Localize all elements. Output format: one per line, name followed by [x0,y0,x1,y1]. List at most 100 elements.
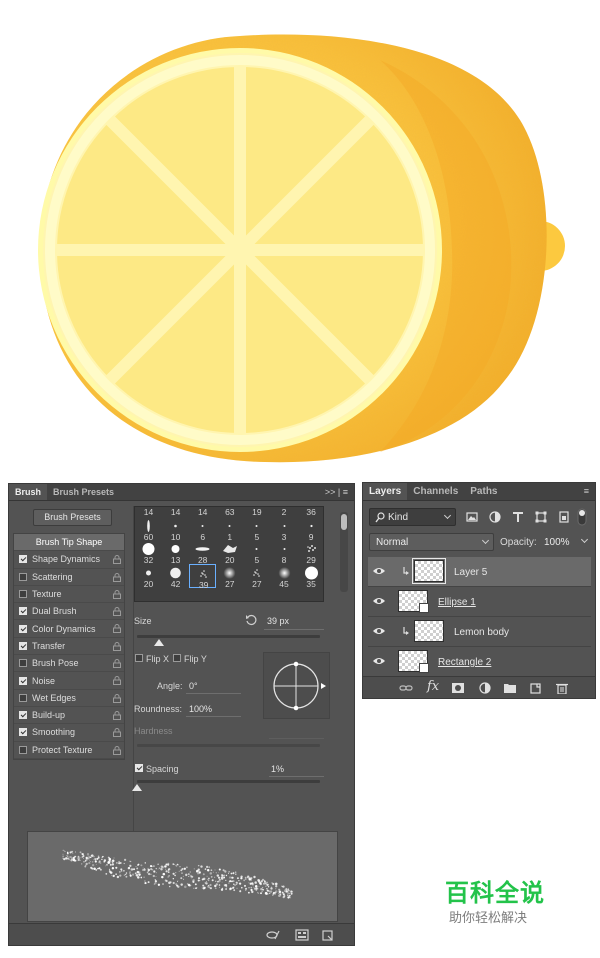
brush-option-checkbox[interactable] [19,745,27,754]
brush-option-color-dynamics[interactable]: Color Dynamics [14,620,124,638]
brush-tip-29[interactable]: 29 [298,540,323,565]
brush-tip-20[interactable]: 20 [216,540,243,565]
brush-tip-27[interactable]: 27 [216,564,243,589]
brush-tip-39[interactable]: 39 [189,563,217,590]
brush-option-checkbox[interactable] [19,572,27,581]
brush-tip-6[interactable]: 6 [189,517,216,542]
brush-tip-27[interactable]: 27 [243,564,270,589]
brush-tip-35[interactable]: 35 [298,564,323,589]
brush-tip-19[interactable]: 19 [243,507,270,517]
brush-option-texture[interactable]: Texture [14,586,124,604]
brush-tip-5[interactable]: 5 [243,517,270,542]
brush-option-transfer[interactable]: Transfer [14,638,124,656]
lock-icon[interactable] [113,641,121,651]
lock-icon[interactable] [113,572,121,582]
brush-tip-45[interactable]: 45 [271,564,298,589]
brush-option-checkbox[interactable] [19,624,27,633]
new-layer-icon[interactable] [529,682,543,694]
tab-brush[interactable]: Brush [9,484,48,500]
roundness-value[interactable]: 100% [189,704,212,714]
layer-name[interactable]: Lemon body [454,627,509,638]
visibility-eye-icon[interactable] [372,656,386,666]
brush-option-dual-brush[interactable]: Dual Brush [14,603,124,621]
brush-option-checkbox[interactable] [19,659,27,668]
tab-layers[interactable]: Layers [363,483,408,500]
adjustment-layer-icon[interactable] [478,682,492,694]
angle-value[interactable]: 0° [189,681,198,691]
shape-layer-filter-icon[interactable] [535,511,547,523]
reset-size-icon[interactable] [245,614,257,626]
brush-tip-36[interactable]: 36 [298,507,323,517]
lock-icon[interactable] [113,589,121,599]
brush-option-build-up[interactable]: Build-up [14,707,124,725]
brush-tip-8[interactable]: 8 [271,540,298,565]
filter-kind-select[interactable]: Kind [369,508,456,526]
opacity-value[interactable]: 100% [544,537,570,548]
brush-option-smoothing[interactable]: Smoothing [14,724,124,742]
angle-roundness-widget[interactable] [263,652,330,719]
spacing-checkbox[interactable] [135,764,143,772]
brush-option-shape-dynamics[interactable]: Shape Dynamics [14,551,124,569]
lock-icon[interactable] [113,728,121,738]
panel-menu-icon[interactable]: ≡ [580,483,595,500]
lock-icon[interactable] [113,710,121,720]
brush-tip-20[interactable]: 20 [135,564,162,589]
brush-option-checkbox[interactable] [19,711,27,720]
layer-thumbnail[interactable] [398,650,429,673]
lock-icon[interactable] [113,624,121,634]
tab-channels[interactable]: Channels [407,483,464,500]
size-slider-thumb[interactable] [153,639,164,646]
filter-toggle-switch[interactable] [577,508,587,526]
visibility-eye-icon[interactable] [372,626,386,636]
lock-icon[interactable] [113,607,121,617]
layer-row-ellipse-1[interactable]: Ellipse 1 [368,587,591,617]
layer-thumbnail[interactable] [412,558,446,584]
smart-object-filter-icon[interactable] [558,511,570,523]
brush-option-checkbox[interactable] [19,676,27,685]
brush-tip-63[interactable]: 63 [216,507,243,517]
scrollbar-thumb[interactable] [341,514,347,530]
brush-presets-button[interactable]: Brush Presets [33,509,112,526]
new-brush-preset-icon[interactable] [321,929,335,941]
brush-tip-3[interactable]: 3 [271,517,298,542]
tab-paths[interactable]: Paths [464,483,503,500]
new-group-folder-icon[interactable] [503,682,517,694]
visibility-eye-icon[interactable] [372,596,386,606]
layer-name[interactable]: Rectangle 2 [438,657,491,668]
type-layer-filter-icon[interactable] [512,511,524,523]
layer-name[interactable]: Ellipse 1 [438,597,476,608]
adjustment-layer-filter-icon[interactable] [489,511,501,523]
brush-tip-14[interactable]: 14 [135,507,162,517]
flip-x-checkbox[interactable] [135,654,143,662]
spacing-value[interactable]: 1% [271,764,284,774]
layer-row-rectangle-2[interactable]: Rectangle 2 [368,647,591,677]
brush-tip-60[interactable]: 60 [135,517,162,542]
lock-icon[interactable] [113,693,121,703]
brush-option-checkbox[interactable] [19,607,27,616]
brush-option-brush-pose[interactable]: Brush Pose [14,655,124,673]
brush-option-checkbox[interactable] [19,641,27,650]
spacing-slider[interactable] [137,780,320,783]
brush-option-checkbox[interactable] [19,590,27,599]
layer-row-lemon-body[interactable]: Lemon body [368,617,591,647]
layer-style-fx-icon[interactable]: fx [427,679,439,694]
brush-option-brush-tip-shape[interactable]: Brush Tip Shape [14,534,124,552]
blend-mode-select[interactable]: Normal [369,533,494,551]
brush-tip-13[interactable]: 13 [162,540,189,565]
brush-tip-5[interactable]: 5 [243,540,270,565]
brush-tip-1[interactable]: 1 [216,517,243,542]
brush-tip-42[interactable]: 42 [162,564,189,589]
tip-grid-scrollbar[interactable] [340,512,348,592]
toggle-live-tip-icon[interactable] [266,929,280,941]
layer-row-layer-5[interactable]: Layer 5 [368,557,591,587]
lock-icon[interactable] [113,745,121,755]
brush-tip-28[interactable]: 28 [189,540,216,565]
panel-menu-icon[interactable]: >> | ≡ [321,484,354,500]
flip-y-checkbox[interactable] [173,654,181,662]
size-value[interactable]: 39 px [267,616,289,626]
link-layers-icon[interactable] [399,682,413,694]
layer-name[interactable]: Layer 5 [454,567,487,578]
brush-option-scattering[interactable]: Scattering [14,569,124,586]
brush-tip-9[interactable]: 9 [298,517,323,542]
brush-option-noise[interactable]: Noise [14,672,124,690]
